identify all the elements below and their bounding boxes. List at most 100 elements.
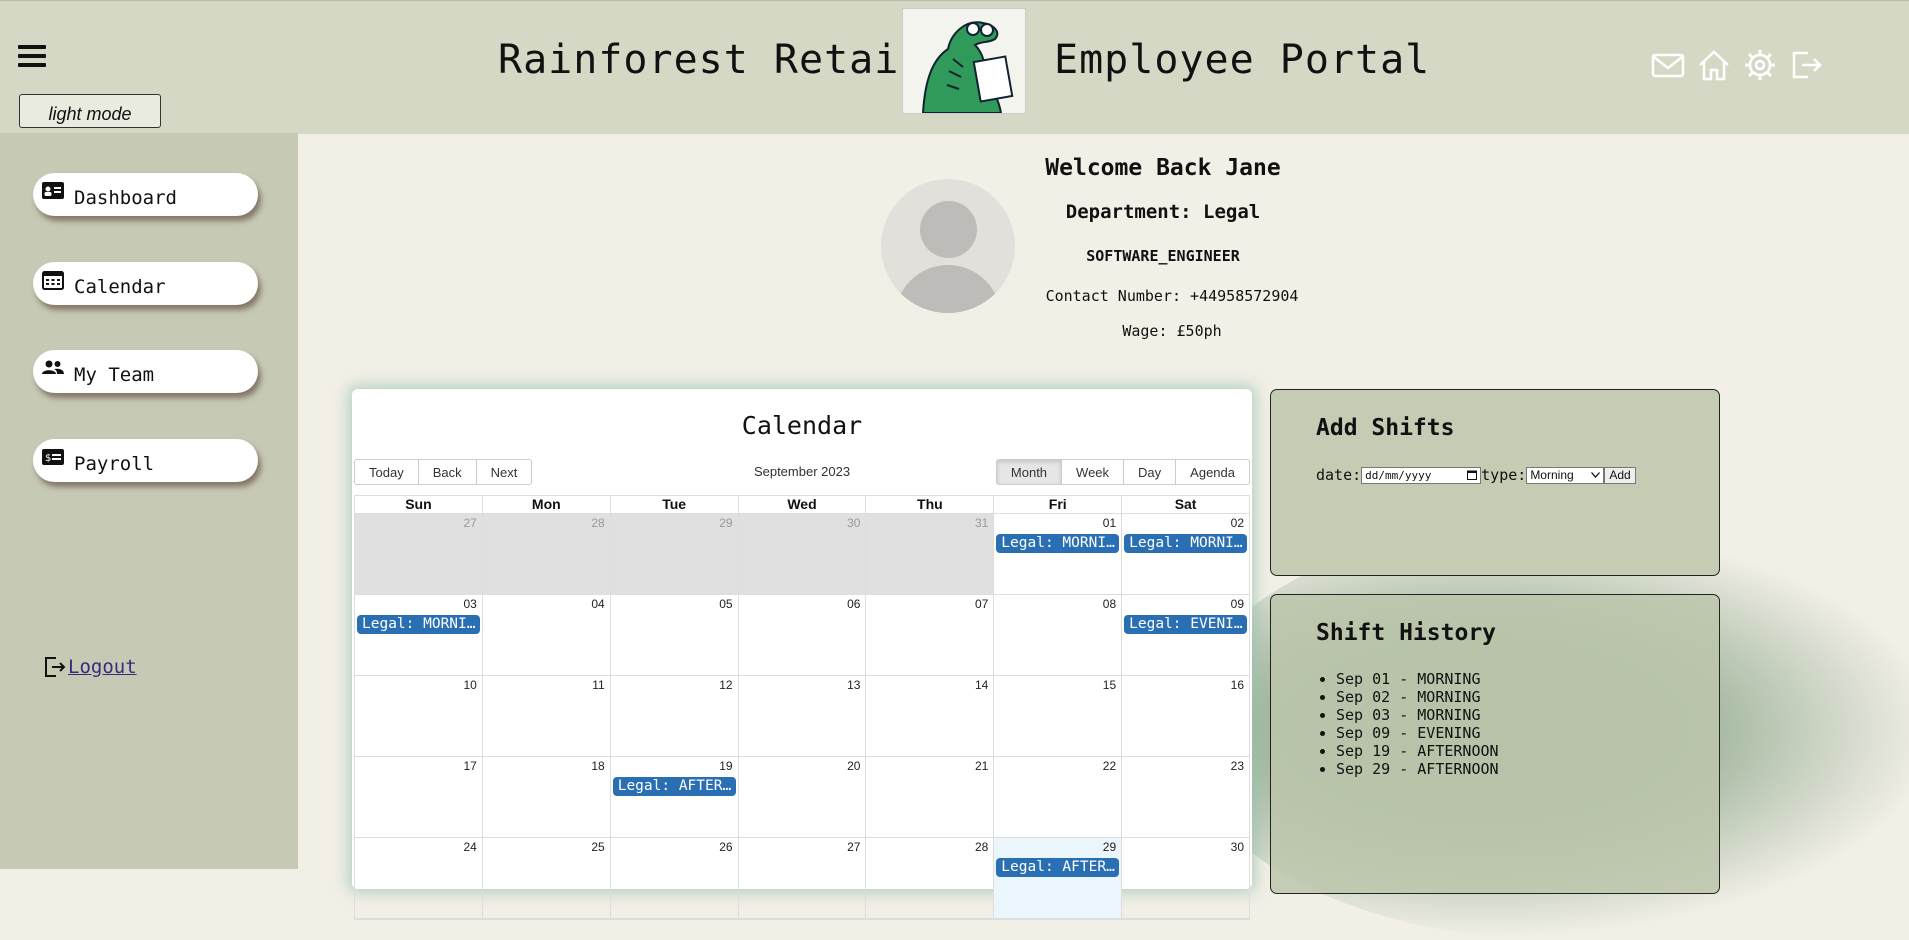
- light-mode-button[interactable]: light mode: [19, 94, 161, 128]
- calendar-day-cell[interactable]: 29 Legal: AFTERNOON: [993, 838, 1122, 918]
- hamburger-menu-icon[interactable]: [18, 45, 46, 69]
- day-number[interactable]: 24: [464, 840, 477, 854]
- calendar-day-cell[interactable]: 26: [609, 838, 738, 918]
- shift-event[interactable]: Legal: AFTERNOON: [612, 777, 736, 796]
- today-button[interactable]: Today: [354, 459, 419, 485]
- sidebar-item-calendar[interactable]: Calendar: [33, 262, 258, 305]
- day-number[interactable]: 15: [1103, 678, 1116, 692]
- day-number[interactable]: 21: [975, 759, 988, 773]
- role-text: SOFTWARE_ENGINEER: [1086, 247, 1240, 265]
- day-number[interactable]: 31: [975, 516, 988, 530]
- day-number[interactable]: 02: [1231, 516, 1244, 530]
- date-input[interactable]: dd/mm/yyyy: [1361, 466, 1482, 484]
- day-number[interactable]: 14: [975, 678, 988, 692]
- calendar-day-cell[interactable]: 08: [993, 595, 1121, 675]
- month-view-button[interactable]: Month: [995, 459, 1063, 485]
- day-number[interactable]: 03: [464, 597, 477, 611]
- calendar-day-cell[interactable]: 25: [481, 838, 610, 918]
- day-number[interactable]: 11: [592, 678, 604, 692]
- day-number[interactable]: 22: [1103, 759, 1116, 773]
- calendar-day-cell[interactable]: 11: [481, 676, 610, 756]
- calendar-day-cell[interactable]: 19 Legal: AFTERNOON: [609, 757, 738, 837]
- calendar-day-cell[interactable]: 04: [481, 595, 610, 675]
- calendar-day-cell[interactable]: 16: [1121, 676, 1249, 756]
- calendar-day-cell[interactable]: 06: [737, 595, 866, 675]
- day-number[interactable]: 28: [975, 840, 988, 854]
- day-number[interactable]: 08: [1103, 597, 1116, 611]
- calendar-day-cell[interactable]: 23: [1121, 757, 1249, 837]
- day-number[interactable]: 20: [847, 759, 860, 773]
- day-number[interactable]: 18: [591, 759, 604, 773]
- sidebar-item-dashboard[interactable]: Dashboard: [33, 173, 258, 216]
- calendar-day-cell[interactable]: 14: [865, 676, 993, 756]
- calendar-day-cell[interactable]: 03 Legal: MORNING: [355, 595, 482, 675]
- calendar-day-cell[interactable]: 10: [355, 676, 482, 756]
- calendar-day-cell[interactable]: 12: [609, 676, 738, 756]
- calendar-day-cell[interactable]: 28: [481, 514, 610, 594]
- shift-event[interactable]: Legal: MORNING: [357, 615, 480, 634]
- shift-type-select[interactable]: Morning: [1526, 466, 1605, 484]
- day-view-button[interactable]: Day: [1123, 459, 1177, 485]
- shift-event[interactable]: Legal: EVENING: [1124, 615, 1248, 634]
- shift-event[interactable]: Legal: MORNING: [996, 534, 1120, 553]
- week-view-button[interactable]: Week: [1061, 459, 1125, 485]
- logout-icon[interactable]: [1788, 47, 1824, 83]
- back-button[interactable]: Back: [417, 459, 477, 485]
- calendar-day-cell[interactable]: 24: [355, 838, 482, 918]
- day-number[interactable]: 28: [591, 516, 604, 530]
- mail-icon[interactable]: [1650, 47, 1686, 83]
- calendar-day-cell[interactable]: 27: [737, 838, 866, 918]
- day-number[interactable]: 30: [1231, 840, 1244, 854]
- agenda-view-button[interactable]: Agenda: [1175, 459, 1250, 485]
- sidebar-item-my-team[interactable]: My Team: [33, 350, 258, 393]
- day-number[interactable]: 27: [464, 516, 477, 530]
- calendar-day-cell[interactable]: 30: [1121, 838, 1249, 918]
- calendar-day-cell[interactable]: 07: [865, 595, 993, 675]
- day-number[interactable]: 10: [464, 678, 477, 692]
- calendar-day-cell[interactable]: 01 Legal: MORNING: [993, 514, 1121, 594]
- next-button[interactable]: Next: [475, 459, 533, 485]
- day-number[interactable]: 19: [719, 759, 732, 773]
- day-number[interactable]: 29: [1103, 840, 1116, 854]
- calendar-day-cell[interactable]: 13: [737, 676, 866, 756]
- day-number[interactable]: 16: [1231, 678, 1244, 692]
- day-number[interactable]: 30: [847, 516, 860, 530]
- logout-link[interactable]: Logout: [44, 656, 137, 678]
- settings-icon[interactable]: [1742, 47, 1778, 83]
- calendar-day-cell[interactable]: 31: [865, 514, 994, 594]
- add-shift-button[interactable]: Add: [1604, 466, 1636, 484]
- day-number[interactable]: 29: [719, 516, 732, 530]
- calendar-day-cell[interactable]: 21: [865, 757, 993, 837]
- calendar-day-cell[interactable]: 28: [865, 838, 993, 918]
- day-number[interactable]: 06: [847, 597, 860, 611]
- calendar-day-cell[interactable]: 02 Legal: MORNING: [1121, 514, 1249, 594]
- day-number[interactable]: 17: [464, 759, 477, 773]
- day-number[interactable]: 12: [719, 678, 732, 692]
- day-number[interactable]: 07: [975, 597, 988, 611]
- calendar-day-cell[interactable]: 20: [737, 757, 866, 837]
- calendar-day-cell[interactable]: 17: [355, 757, 482, 837]
- calendar-day-cell[interactable]: 30: [737, 514, 866, 594]
- day-number[interactable]: 27: [847, 840, 860, 854]
- day-number[interactable]: 04: [591, 597, 604, 611]
- calendar-day-cell[interactable]: 18: [481, 757, 610, 837]
- day-number[interactable]: 05: [719, 597, 732, 611]
- sidebar-item-payroll[interactable]: $ Payroll: [33, 439, 258, 482]
- calendar-day-cell[interactable]: 29: [609, 514, 738, 594]
- day-number[interactable]: 09: [1231, 597, 1244, 611]
- calendar-day-cell[interactable]: 15: [993, 676, 1121, 756]
- calendar-day-cell[interactable]: 09 Legal: EVENING: [1121, 595, 1249, 675]
- shift-event[interactable]: Legal: AFTERNOON: [996, 858, 1120, 877]
- day-number[interactable]: 23: [1231, 759, 1244, 773]
- calendar-picker-icon[interactable]: [1467, 470, 1478, 480]
- shift-event[interactable]: Legal: MORNING: [1124, 534, 1248, 553]
- weekday-label: Sun: [405, 496, 432, 512]
- day-number[interactable]: 25: [591, 840, 604, 854]
- day-number[interactable]: 13: [847, 678, 860, 692]
- home-icon[interactable]: [1696, 47, 1732, 83]
- calendar-day-cell[interactable]: 05: [609, 595, 738, 675]
- day-number[interactable]: 01: [1103, 516, 1116, 530]
- day-number[interactable]: 26: [719, 840, 732, 854]
- calendar-day-cell[interactable]: 27: [355, 514, 482, 594]
- calendar-day-cell[interactable]: 22: [993, 757, 1121, 837]
